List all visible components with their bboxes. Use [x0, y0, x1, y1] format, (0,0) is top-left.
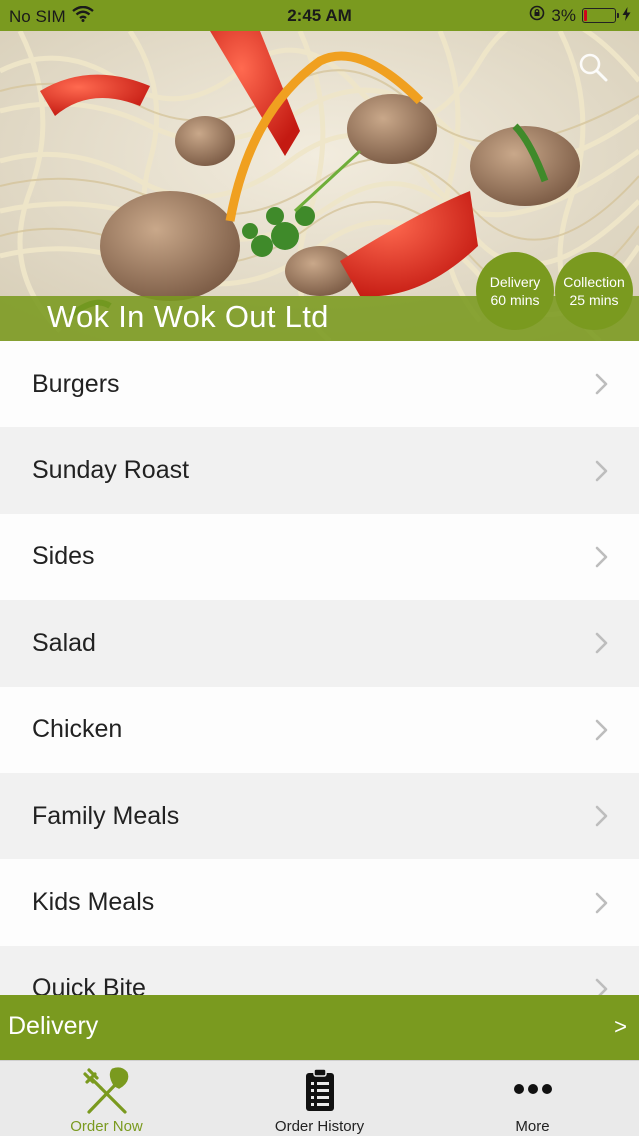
status-right: 3%	[529, 5, 631, 26]
menu-category-item[interactable]: Sides	[0, 513, 639, 601]
tab-label-order-history: Order History	[274, 1118, 365, 1135]
delivery-time-badge: Delivery 60 mins	[476, 252, 554, 330]
bottom-tab-bar: Order Now Order History More	[0, 1060, 639, 1136]
menu-category-label: Chicken	[32, 715, 123, 744]
orientation-lock-icon	[529, 5, 545, 26]
menu-category-label: Salad	[32, 628, 96, 657]
collection-badge-title: Collection	[563, 274, 625, 290]
tab-label-order-now: Order Now	[70, 1118, 143, 1135]
menu-category-label: Family Meals	[32, 801, 180, 830]
chevron-right-icon	[595, 805, 608, 827]
menu-category-label: Sides	[32, 542, 95, 571]
more-dots-icon	[513, 1084, 552, 1094]
search-icon[interactable]	[577, 51, 609, 83]
delivery-badge-title: Delivery	[489, 274, 541, 290]
menu-category-item[interactable]: Sunday Roast	[0, 427, 639, 514]
delivery-mode-arrow: >	[614, 1014, 627, 1039]
tab-order-history[interactable]: Order History	[213, 1061, 426, 1137]
delivery-mode-label: Delivery	[8, 1012, 99, 1040]
menu-category-item[interactable]: Burgers	[0, 341, 639, 428]
battery-percent: 3%	[551, 5, 576, 25]
menu-category-label: Quick Bite	[32, 974, 146, 995]
chevron-right-icon	[595, 373, 608, 395]
collection-badge-time: 25 mins	[569, 292, 619, 308]
tab-more[interactable]: More	[426, 1061, 639, 1137]
charging-icon	[622, 6, 631, 26]
chevron-right-icon	[595, 892, 608, 913]
menu-category-item[interactable]: Quick Bite	[0, 945, 639, 995]
chevron-right-icon	[595, 633, 608, 654]
menu-category-item[interactable]: Kids Meals	[0, 859, 639, 946]
menu-category-label: Burgers	[32, 369, 120, 398]
battery-fill	[584, 10, 587, 21]
menu-category-item[interactable]: Chicken	[0, 686, 639, 773]
menu-category-list[interactable]: Burgers Sunday Roast Sides Salad Chicken…	[0, 341, 639, 995]
tab-label-more: More	[515, 1118, 550, 1135]
tab-order-now[interactable]: Order Now	[0, 1061, 213, 1137]
menu-category-label: Kids Meals	[32, 888, 155, 917]
collection-time-badge: Collection 25 mins	[555, 252, 633, 330]
menu-category-item[interactable]: Salad	[0, 600, 639, 687]
menu-category-item[interactable]: Family Meals	[0, 772, 639, 860]
status-bar: No SIM 2:45 AM 3%	[0, 0, 639, 31]
clipboard-list-icon	[305, 1068, 334, 1111]
restaurant-name: Wok In Wok Out Ltd	[47, 299, 329, 334]
chevron-right-icon	[595, 460, 608, 481]
battery-icon	[582, 8, 619, 23]
chevron-right-icon	[595, 978, 608, 995]
chevron-right-icon	[595, 546, 608, 568]
restaurant-hero: Wok In Wok Out Ltd Delivery 60 mins Coll…	[0, 31, 639, 341]
chevron-right-icon	[595, 719, 608, 741]
delivery-badge-time: 60 mins	[490, 292, 540, 308]
menu-category-label: Sunday Roast	[32, 456, 190, 485]
fork-knife-icon	[82, 1067, 128, 1114]
delivery-mode-bar[interactable]: Delivery >	[0, 995, 639, 1060]
